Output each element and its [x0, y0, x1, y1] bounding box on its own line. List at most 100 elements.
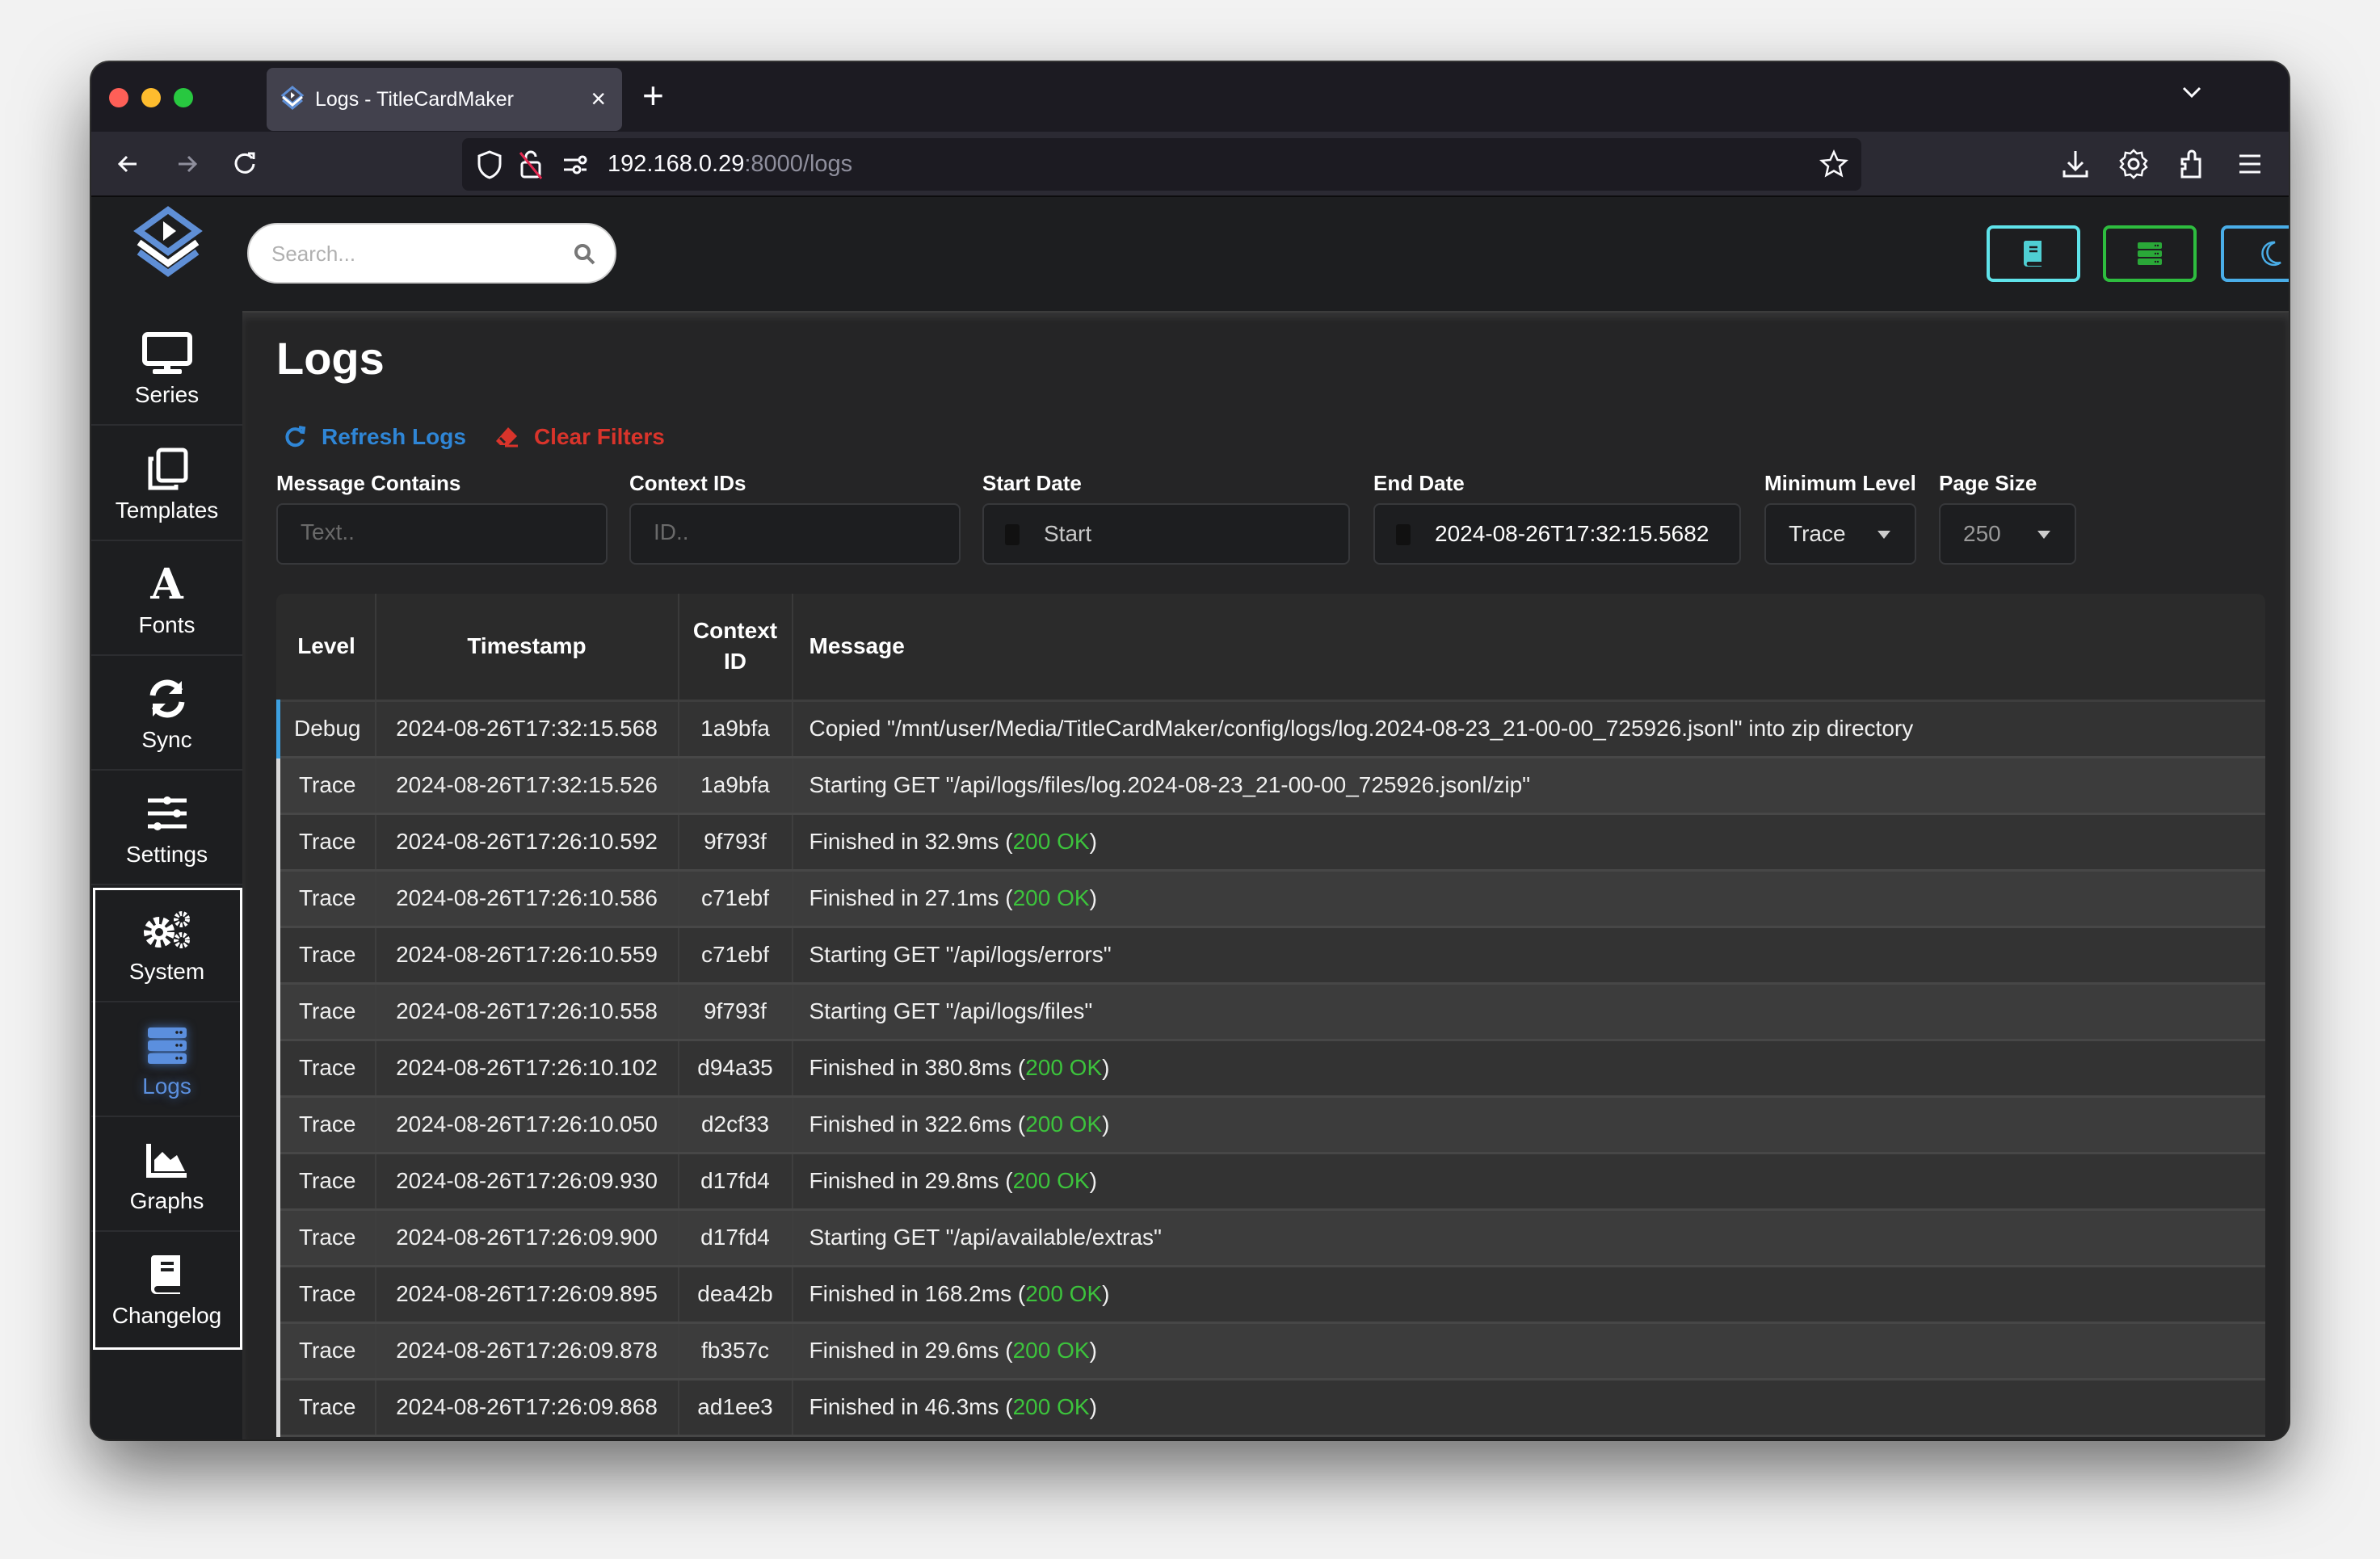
insecure-lock-icon[interactable] [517, 148, 545, 180]
reload-icon[interactable] [227, 146, 263, 182]
sidebar-item-system[interactable]: System [91, 888, 242, 1002]
log-timestamp-cell: 2024-08-26T17:32:15.526 [375, 757, 679, 815]
log-message-text: Finished in 380.8ms ( [809, 1055, 1026, 1080]
column-header-level[interactable]: Level [278, 594, 376, 702]
table-row[interactable]: Debug 2024-08-26T17:32:15.568 1a9bfa Copied… [276, 700, 2265, 758]
refresh-logs-button[interactable]: Refresh Logs [283, 424, 466, 450]
table-row[interactable]: Trace 2024-08-26T17:26:10.559 c71ebf Starti… [276, 927, 2265, 985]
log-message-cell: Finished in 322.6ms (200 OK) [792, 1096, 2265, 1154]
message-filter: Message Contains [276, 471, 608, 565]
url-bar[interactable]: 192.168.0.29:8000/logs [462, 138, 1861, 191]
extensions-puzzle-icon[interactable] [2174, 146, 2210, 182]
table-row[interactable]: Trace 2024-08-26T17:32:15.526 1a9bfa Starti… [276, 757, 2265, 815]
moon-icon [2261, 241, 2281, 267]
page-size-value: 250 [1963, 521, 2001, 546]
server-icon [2138, 242, 2162, 265]
settings-gear-icon[interactable] [2116, 146, 2151, 182]
sidebar-item-logs[interactable]: Logs [91, 1002, 242, 1117]
hamburger-menu-icon[interactable] [2232, 146, 2268, 182]
sidebar-item-label: Fonts [138, 612, 196, 637]
page-size-select[interactable]: 250 [1939, 503, 2076, 565]
browser-toolbar: 192.168.0.29:8000/logs [91, 132, 2289, 197]
closing-paren: ) [1089, 1394, 1097, 1419]
log-message-cell: Finished in 46.3ms (200 OK) [792, 1379, 2265, 1437]
url-text[interactable]: 192.168.0.29:8000/logs [608, 151, 852, 178]
gears-icon [143, 911, 190, 948]
tab-close-icon[interactable]: × [591, 82, 606, 115]
end-date-value: 2024-08-26T17:32:15.5682 [1435, 521, 1709, 546]
start-date-input[interactable]: Start [982, 503, 1350, 565]
column-header-context-id[interactable]: Context ID [678, 594, 793, 702]
message-contains-input[interactable] [301, 519, 563, 545]
table-row[interactable]: Trace 2024-08-26T17:26:09.930 d17fd4 Finish… [276, 1153, 2265, 1211]
closing-paren: ) [1102, 1111, 1110, 1137]
log-level-cell: Trace [276, 983, 376, 1041]
logs-button[interactable] [2103, 225, 2197, 282]
table-row[interactable]: Trace 2024-08-26T17:26:10.586 c71ebf Finish… [276, 870, 2265, 928]
clear-filters-button[interactable]: Clear Filters [494, 424, 665, 450]
end-date-input[interactable]: 2024-08-26T17:32:15.5682 [1373, 503, 1741, 565]
sidebar-item-label: Logs [142, 1074, 191, 1099]
download-icon[interactable] [2058, 146, 2093, 182]
table-row[interactable]: Trace 2024-08-26T17:26:10.592 9f793f Finish… [276, 813, 2265, 872]
minimize-window-button[interactable] [141, 88, 161, 107]
log-timestamp-cell: 2024-08-26T17:26:09.930 [375, 1153, 679, 1211]
shield-icon[interactable] [475, 149, 504, 180]
context-ids-input[interactable] [654, 519, 916, 545]
minimum-level-select[interactable]: Trace [1764, 503, 1916, 565]
table-row[interactable]: Trace 2024-08-26T17:26:10.558 9f793f Starti… [276, 983, 2265, 1041]
close-window-button[interactable] [109, 88, 128, 107]
table-row[interactable]: Trace 2024-08-26T17:26:09.895 dea42b Finish… [276, 1266, 2265, 1324]
context-filter: Context IDs [629, 471, 961, 565]
log-message-text: Finished in 29.6ms ( [809, 1338, 1013, 1363]
log-timestamp-cell: 2024-08-26T17:26:10.050 [375, 1096, 679, 1154]
sidebar-item-sync[interactable]: Sync [91, 656, 242, 771]
titlecardmaker-logo-icon[interactable] [128, 205, 208, 278]
closing-paren: ) [1089, 1338, 1097, 1363]
minimum-level-filter: Minimum Level Trace [1764, 471, 1916, 565]
chart-area-icon [145, 1144, 187, 1178]
bookmark-star-icon[interactable] [1819, 149, 1848, 179]
sidebar-item-label: Series [134, 382, 200, 407]
context-header-line1: Context [692, 618, 778, 644]
changelog-button[interactable] [1987, 225, 2080, 282]
sidebar-item-fonts[interactable]: A Fonts [91, 541, 242, 656]
url-host: 192.168.0.29 [608, 151, 745, 177]
log-level-cell: Trace [276, 870, 376, 928]
start-date-filter: Start Date Start [982, 471, 1350, 565]
tab-list-chevron-down-icon[interactable] [2176, 77, 2208, 109]
page-size-filter: Page Size 250 [1939, 471, 2076, 565]
search-input[interactable] [271, 237, 562, 270]
table-row[interactable]: Trace 2024-08-26T17:26:09.878 fb357c Finish… [276, 1322, 2265, 1380]
end-date-label: End Date [1373, 471, 1465, 495]
sidebar-item-settings[interactable]: Settings [91, 771, 242, 885]
back-arrow-icon[interactable] [111, 146, 146, 182]
log-timestamp-cell: 2024-08-26T17:26:09.878 [375, 1322, 679, 1380]
log-message-cell: Finished in 168.2ms (200 OK) [792, 1266, 2265, 1324]
search-icon[interactable] [573, 242, 597, 267]
maximize-window-button[interactable] [174, 88, 193, 107]
sidebar-item-series[interactable]: Series [91, 311, 242, 426]
table-row[interactable]: Trace 2024-08-26T17:26:09.868 ad1ee3 Finish… [276, 1379, 2265, 1437]
sync-icon [149, 679, 184, 718]
column-header-timestamp[interactable]: Timestamp [375, 594, 679, 702]
sidebar-item-label: Graphs [129, 1188, 204, 1213]
sidebar-item-changelog[interactable]: Changelog [91, 1232, 242, 1347]
sidebar-item-templates[interactable]: Templates [91, 427, 242, 541]
table-row[interactable]: Trace 2024-08-26T17:26:10.050 d2cf33 Finish… [276, 1096, 2265, 1154]
sidebar-item-label: System [128, 959, 205, 984]
log-message-text: Copied "/mnt/user/Media/TitleCardMaker/c… [809, 716, 1914, 741]
tab-logs[interactable]: Logs - TitleCardMaker × [267, 68, 622, 131]
new-tab-button[interactable]: + [642, 75, 664, 116]
log-message-cell: Finished in 27.1ms (200 OK) [792, 870, 2265, 928]
permissions-icon[interactable] [562, 153, 588, 177]
eraser-icon [495, 427, 518, 448]
app-header [242, 197, 2289, 311]
table-row[interactable]: Trace 2024-08-26T17:26:09.900 d17fd4 Starti… [276, 1209, 2265, 1267]
table-row[interactable]: Trace 2024-08-26T17:26:10.102 d94a35 Finish… [276, 1040, 2265, 1098]
app-root: Series Templates A Fonts Sync Settings S… [91, 197, 2289, 1439]
column-header-message[interactable]: Message [792, 594, 2265, 702]
sidebar-item-graphs[interactable]: Graphs [91, 1117, 242, 1232]
theme-toggle-button[interactable] [2221, 225, 2289, 282]
forward-arrow-icon[interactable] [169, 146, 204, 182]
